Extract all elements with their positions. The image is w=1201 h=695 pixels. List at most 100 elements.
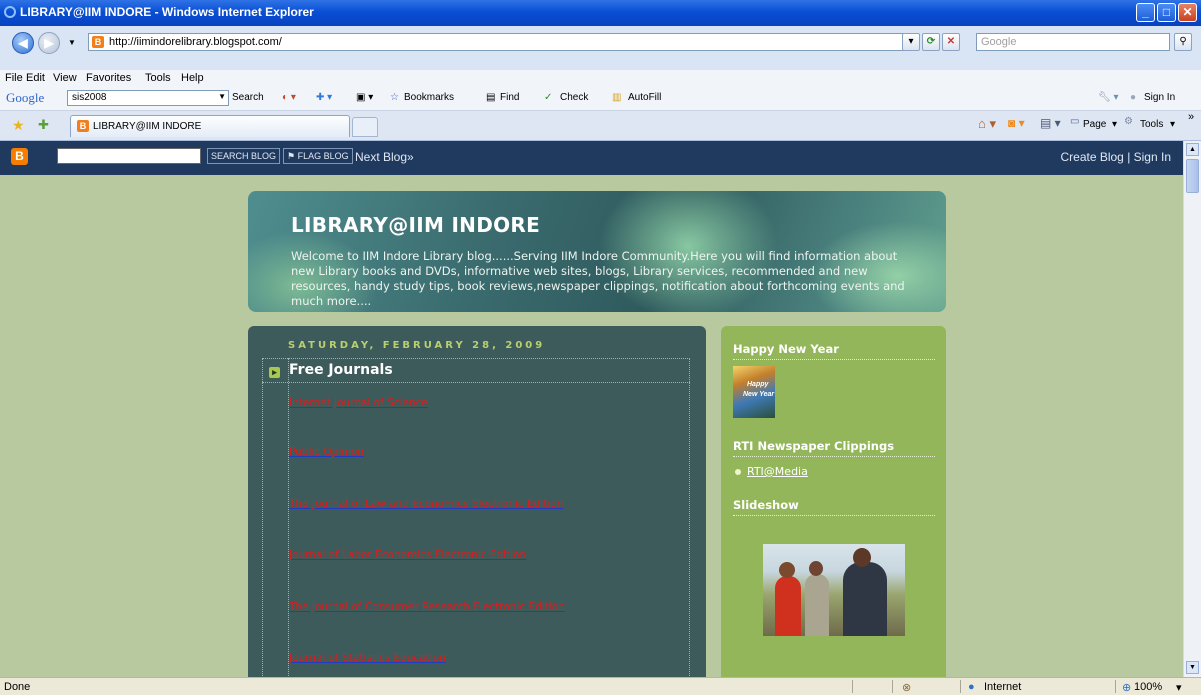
tab-library-iim-indore[interactable]: B LIBRARY@IIM INDORE: [70, 115, 350, 137]
find-button[interactable]: Find: [500, 92, 519, 103]
scroll-down-icon[interactable]: ▼: [1186, 661, 1199, 674]
create-signin-links[interactable]: Create Blog | Sign In: [1060, 150, 1171, 164]
forward-button[interactable]: ▶: [38, 32, 60, 54]
menu-help[interactable]: Help: [181, 72, 204, 84]
page-viewport[interactable]: B SEARCH BLOG ⚑ FLAG BLOG Next Blog» Cre…: [0, 141, 1183, 677]
history-dropdown-icon[interactable]: ▼: [68, 38, 76, 47]
print-icon[interactable]: ▤ ▾: [1040, 116, 1061, 130]
chevron-overflow-icon[interactable]: »: [1188, 111, 1194, 123]
bookmarks-button[interactable]: Bookmarks: [404, 92, 454, 103]
minimize-button[interactable]: _: [1136, 3, 1155, 22]
post-title[interactable]: Free Journals: [289, 362, 393, 378]
journal-link[interactable]: Internet Journal of Science: [289, 397, 428, 409]
page-dropdown-icon: ▾: [1112, 119, 1118, 130]
pagerank-icon[interactable]: ◐ ▾: [282, 92, 296, 103]
google-profile-combo[interactable]: sis2008 ▼: [67, 90, 229, 106]
chevron-down-icon: ▼: [218, 92, 226, 101]
menu-view[interactable]: View: [53, 72, 77, 84]
happy-new-year-heading: Happy New Year: [733, 342, 839, 356]
status-divider: [852, 680, 853, 693]
google-profile-value: sis2008: [72, 92, 107, 103]
stop-icon[interactable]: ✕: [942, 33, 960, 51]
rti-heading: RTI Newspaper Clippings: [733, 439, 895, 453]
slideshow-photo[interactable]: [763, 544, 905, 636]
search-input[interactable]: Google: [976, 33, 1170, 51]
scroll-up-icon[interactable]: ▲: [1186, 143, 1199, 156]
menu-edit[interactable]: Edit: [26, 72, 45, 84]
address-dropdown-button[interactable]: ▾: [902, 33, 920, 51]
window-title-bar[interactable]: LIBRARY@IIM INDORE - Windows Internet Ex…: [0, 0, 1201, 26]
address-url: http://iimindorelibrary.blogspot.com/: [109, 36, 282, 48]
new-tab-button[interactable]: [352, 117, 378, 137]
find-icon: ▤: [486, 92, 496, 103]
post-title-divider: [262, 382, 690, 383]
blog-header: LIBRARY@IIM INDORE Welcome to IIM Indore…: [248, 191, 946, 312]
vertical-scrollbar[interactable]: ▲ ▼: [1183, 141, 1201, 677]
back-button[interactable]: ◀: [12, 32, 34, 54]
tab-label: LIBRARY@IIM INDORE: [93, 121, 202, 132]
page-menu-button[interactable]: Page: [1083, 119, 1106, 130]
window-title: LIBRARY@IIM INDORE - Windows Internet Ex…: [20, 5, 314, 19]
search-blog-button[interactable]: SEARCH BLOG: [207, 148, 281, 164]
google-logo[interactable]: Google: [6, 90, 44, 106]
menu-favorites[interactable]: Favorites: [86, 72, 131, 84]
internet-globe-icon: ●: [968, 681, 975, 693]
address-input[interactable]: B http://iimindorelibrary.blogspot.com/: [88, 33, 916, 51]
sidebar-divider: [733, 456, 935, 457]
zoom-level[interactable]: 100%: [1134, 681, 1162, 693]
blog-description: Welcome to IIM Indore Library blog......…: [291, 249, 905, 308]
scrollbar-thumb[interactable]: [1186, 159, 1199, 193]
search-icon[interactable]: ⚲: [1174, 33, 1192, 51]
favorites-star-icon[interactable]: ★: [12, 117, 25, 134]
journal-link[interactable]: The Journal of Law and Economics Electro…: [289, 498, 563, 510]
menu-file[interactable]: File: [5, 72, 23, 84]
privacy-icon[interactable]: ⊗: [902, 681, 911, 694]
blogger-navbar: B SEARCH BLOG ⚑ FLAG BLOG Next Blog» Cre…: [0, 141, 1183, 175]
happy-new-year-image[interactable]: Happy New Year: [733, 366, 775, 418]
blog-search-input[interactable]: [57, 148, 201, 164]
photo-person: [843, 562, 887, 636]
autofill-button[interactable]: AutoFill: [628, 92, 661, 103]
next-blog-link[interactable]: Next Blog»: [355, 150, 414, 164]
status-text: Done: [4, 681, 31, 693]
tab-row: ★ ✚ B LIBRARY@IIM INDORE ⌂ ▾ ◙ ▾ ▤ ▾ ▭ P…: [0, 111, 1201, 141]
journal-link[interactable]: Journal of Labor Economics Electronic Ed…: [289, 549, 526, 561]
menu-tools[interactable]: Tools: [145, 72, 171, 84]
home-icon[interactable]: ⌂ ▾: [978, 116, 996, 132]
sidebar-divider: [733, 515, 935, 516]
journal-link[interactable]: The Journal of Consumer Research Electro…: [289, 601, 565, 613]
spellcheck-icon: ✓: [544, 92, 553, 103]
blogger-tab-icon: B: [77, 120, 89, 132]
tools-menu-button[interactable]: Tools: [1140, 119, 1163, 130]
status-bar: Done ⊗ ● Internet ⊕ 100% ▾: [0, 677, 1201, 695]
google-search-button[interactable]: Search: [232, 92, 264, 103]
address-toolbar: ◀ ▶ ▼ B http://iimindorelibrary.blogspot…: [0, 26, 1201, 71]
feeds-icon[interactable]: ◙ ▾: [1008, 116, 1025, 130]
refresh-icon[interactable]: ⟳: [922, 33, 940, 51]
blogger-icon[interactable]: B: [11, 148, 28, 165]
share-icon[interactable]: ✚ ▾: [316, 92, 332, 103]
sidebar-divider: [733, 359, 935, 360]
journal-link[interactable]: Journal of Statistics Education: [289, 652, 446, 664]
close-button[interactable]: ✕: [1178, 3, 1197, 22]
security-zone[interactable]: Internet: [984, 681, 1021, 693]
post-date: SATURDAY, FEBRUARY 28, 2009: [288, 340, 546, 351]
tools-dropdown-icon: ▾: [1170, 119, 1176, 130]
check-button[interactable]: Check: [560, 92, 588, 103]
sign-in-button[interactable]: Sign In: [1144, 92, 1175, 103]
flag-icon: ⚑: [287, 151, 298, 161]
journal-link[interactable]: Public Opinion: [289, 446, 364, 458]
status-divider: [892, 680, 893, 693]
zoom-dropdown-icon[interactable]: ▾: [1176, 681, 1182, 694]
add-favorites-icon[interactable]: ✚: [38, 117, 49, 133]
popup-blocker-icon[interactable]: ▣ ▾: [356, 92, 373, 103]
main-post-column: SATURDAY, FEBRUARY 28, 2009 ▸ Free Journ…: [248, 326, 706, 677]
maximize-button[interactable]: □: [1157, 3, 1176, 22]
bullet-icon: [735, 469, 741, 475]
blogger-favicon-icon: B: [92, 36, 104, 48]
rti-media-link[interactable]: RTI@Media: [747, 465, 808, 478]
settings-wrench-icon[interactable]: 🔧︎ ▾: [1098, 92, 1119, 103]
flag-blog-button[interactable]: ⚑ FLAG BLOG: [283, 148, 353, 164]
post-arrow-icon: ▸: [269, 367, 280, 378]
blog-title[interactable]: LIBRARY@IIM INDORE: [291, 213, 540, 237]
